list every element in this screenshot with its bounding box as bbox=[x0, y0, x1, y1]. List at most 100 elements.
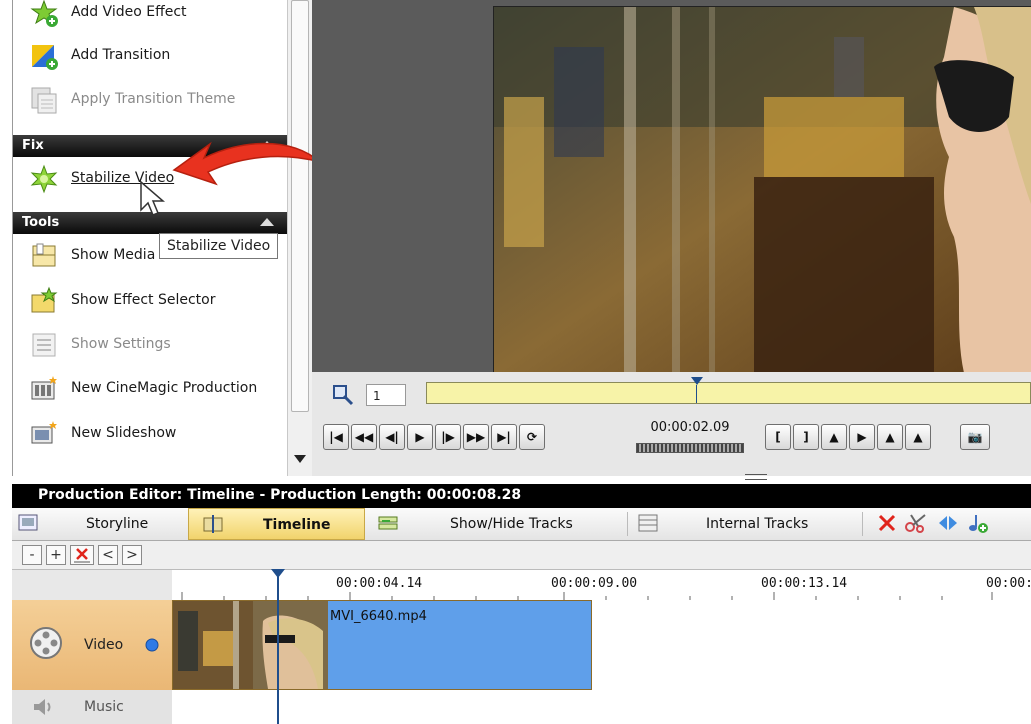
music-track-label: Music bbox=[84, 699, 124, 715]
zoom-level-input[interactable]: 1 bbox=[366, 384, 406, 406]
ruler-label: 00:00:13.14 bbox=[761, 576, 848, 591]
music-track-header[interactable]: Music bbox=[12, 690, 172, 724]
scrub-needle-icon[interactable] bbox=[691, 377, 703, 385]
apply-transition-theme-item[interactable]: Apply Transition Theme bbox=[13, 79, 288, 121]
splitter-grip[interactable] bbox=[745, 474, 767, 480]
video-preview[interactable] bbox=[493, 6, 1031, 373]
add-transition-item[interactable]: Add Transition bbox=[13, 35, 288, 77]
fix-header-label: Fix bbox=[22, 138, 44, 153]
new-slideshow-label: New Slideshow bbox=[71, 425, 177, 441]
ruler-label: 00:00:09.00 bbox=[551, 576, 638, 591]
tab-show-hide-tracks[interactable]: Show/Hide Tracks bbox=[372, 508, 622, 540]
effect-selector-icon bbox=[31, 286, 58, 313]
snapshot-button[interactable]: 📷 bbox=[960, 424, 990, 450]
collapse-icon[interactable] bbox=[260, 218, 274, 226]
add-video-effect-item[interactable]: Add Video Effect bbox=[13, 0, 288, 34]
trim-icon[interactable] bbox=[937, 513, 959, 533]
tab-internal-tracks-label: Internal Tracks bbox=[706, 516, 809, 532]
editor-title-bar: Production Editor: Timeline - Production… bbox=[12, 484, 1031, 508]
clip-name: MVI_6640.mp4 bbox=[330, 609, 427, 624]
timeline-ruler[interactable]: 00:00:04.14 00:00:09.00 00:00:13.14 00:0… bbox=[172, 570, 1031, 601]
new-cinemagic-production-label: New CineMagic Production bbox=[71, 380, 258, 396]
cinemagic-icon bbox=[31, 376, 57, 400]
annotation-arrow-icon bbox=[172, 141, 321, 186]
new-slideshow-item[interactable]: New Slideshow bbox=[13, 413, 288, 455]
show-effect-selector-item[interactable]: Show Effect Selector bbox=[13, 280, 288, 322]
tab-storyline-label: Storyline bbox=[86, 516, 149, 532]
timecode-display: 00:00:02.09 bbox=[650, 420, 730, 435]
tools-header-label: Tools bbox=[22, 215, 60, 230]
go-to-mark-in-button[interactable]: ▲ bbox=[821, 424, 847, 450]
loop-button[interactable]: ⟳ bbox=[519, 424, 545, 450]
tooltip: Stabilize Video bbox=[159, 233, 279, 259]
apply-transition-theme-label: Apply Transition Theme bbox=[71, 91, 236, 107]
clip-thumbnail-image bbox=[173, 601, 328, 689]
track-enabled-icon[interactable] bbox=[145, 638, 159, 652]
show-effect-selector-label: Show Effect Selector bbox=[71, 292, 216, 308]
delete-icon[interactable] bbox=[877, 513, 897, 533]
speaker-icon bbox=[34, 699, 51, 715]
fast-forward-button[interactable]: ▶▶ bbox=[463, 424, 489, 450]
scrub-bar[interactable] bbox=[426, 377, 1031, 404]
add-transition-icon bbox=[32, 45, 58, 70]
internal-tracks-icon bbox=[638, 514, 658, 532]
playhead-handle-icon[interactable] bbox=[271, 569, 285, 578]
go-to-end-button[interactable]: ▶| bbox=[491, 424, 517, 450]
add-video-effect-icon bbox=[30, 0, 58, 27]
zoom-out-button[interactable]: - bbox=[22, 545, 42, 565]
ruler-label: 00:00:1 bbox=[986, 576, 1031, 591]
go-to-mark-out-button[interactable]: ▲ bbox=[877, 424, 903, 450]
tab-internal-tracks[interactable]: Internal Tracks bbox=[632, 508, 867, 540]
marker-button[interactable]: ▲ bbox=[905, 424, 931, 450]
show-settings-item[interactable]: Show Settings bbox=[13, 324, 288, 366]
timeline-icon bbox=[203, 515, 223, 533]
scrollbar-thumb[interactable] bbox=[291, 0, 309, 412]
zoom-in-button[interactable]: + bbox=[46, 545, 66, 565]
editor-title: Production Editor: Timeline - Production… bbox=[38, 487, 522, 503]
tab-timeline[interactable]: Timeline bbox=[188, 508, 365, 540]
media-selector-icon bbox=[32, 243, 56, 267]
settings-icon bbox=[32, 333, 56, 357]
add-transition-label: Add Transition bbox=[71, 47, 171, 63]
timeline-playhead[interactable] bbox=[277, 570, 279, 724]
video-track-header[interactable]: Video bbox=[12, 600, 172, 691]
next-button[interactable]: > bbox=[122, 545, 142, 565]
step-back-button[interactable]: ◀| bbox=[379, 424, 405, 450]
clip-thumbnails bbox=[173, 601, 328, 689]
zoom-icon[interactable] bbox=[332, 384, 354, 406]
step-forward-button[interactable]: |▶ bbox=[435, 424, 461, 450]
go-to-start-button[interactable]: |◀ bbox=[323, 424, 349, 450]
film-reel-icon bbox=[30, 627, 62, 659]
show-settings-label: Show Settings bbox=[71, 336, 171, 352]
ruler-label: 00:00:04.14 bbox=[336, 576, 423, 591]
video-track-label: Video bbox=[84, 637, 124, 653]
tab-show-hide-tracks-label: Show/Hide Tracks bbox=[450, 516, 573, 532]
audio-level-meter bbox=[636, 443, 744, 453]
mark-out-button[interactable]: ] bbox=[793, 424, 819, 450]
storyline-icon bbox=[18, 514, 38, 531]
timeline-zoom-bar: - + < > bbox=[12, 541, 1031, 570]
rewind-button[interactable]: ◀◀ bbox=[351, 424, 377, 450]
music-track-lane[interactable] bbox=[172, 690, 1031, 724]
ruler-header bbox=[12, 570, 173, 600]
add-audio-icon[interactable] bbox=[967, 512, 989, 534]
video-clip[interactable]: MVI_6640.mp4 bbox=[172, 600, 592, 690]
scroll-down-icon[interactable] bbox=[294, 455, 306, 463]
remove-marker-icon bbox=[74, 548, 90, 563]
tab-separator bbox=[862, 512, 863, 536]
previous-button[interactable]: < bbox=[98, 545, 118, 565]
tab-separator bbox=[627, 512, 628, 536]
show-hide-tracks-icon bbox=[378, 516, 398, 530]
mouse-cursor-icon bbox=[140, 180, 166, 216]
split-scissors-icon[interactable] bbox=[905, 513, 927, 533]
remove-marker-button[interactable] bbox=[70, 545, 94, 565]
tab-storyline[interactable]: Storyline bbox=[12, 508, 182, 540]
scrub-needle-line bbox=[696, 385, 697, 403]
editor-tab-bar: Storyline Timeline Show/Hide Tracks Inte… bbox=[12, 508, 1031, 541]
new-cinemagic-production-item[interactable]: New CineMagic Production bbox=[13, 368, 288, 410]
mark-in-button[interactable]: [ bbox=[765, 424, 791, 450]
play-button[interactable]: ▶ bbox=[407, 424, 433, 450]
task-panel-scrollbar[interactable] bbox=[287, 0, 312, 476]
play-selection-button[interactable]: ▶ bbox=[849, 424, 875, 450]
stabilize-icon bbox=[30, 164, 58, 194]
